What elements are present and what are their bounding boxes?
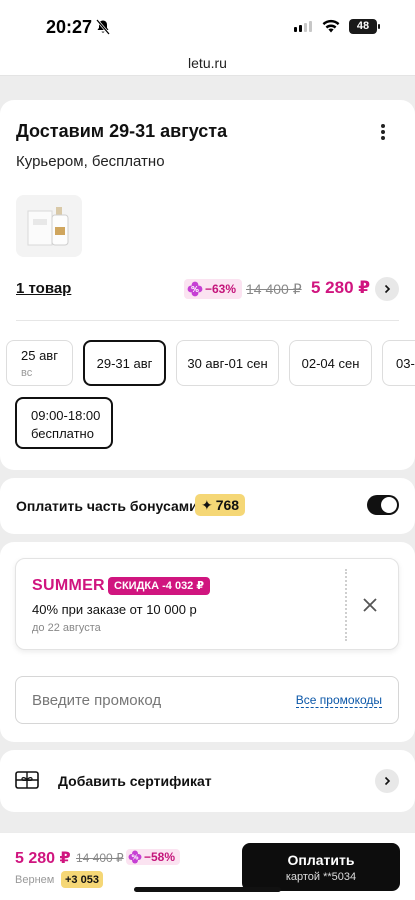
date-option[interactable]: 03- bbox=[382, 340, 415, 386]
expand-items-button[interactable] bbox=[375, 277, 399, 301]
bonus-toggle[interactable] bbox=[367, 495, 399, 515]
delivery-method: Курьером, бесплатно bbox=[16, 153, 165, 170]
status-bar: 20:27 48 bbox=[0, 0, 415, 50]
new-price: 5 280 ₽ bbox=[311, 278, 371, 297]
date-option-selected[interactable]: 29-31 авг bbox=[83, 340, 166, 386]
items-count-link[interactable]: 1 товар bbox=[16, 280, 71, 297]
gift-certificate-icon bbox=[15, 771, 39, 789]
cellular-signal-icon bbox=[294, 21, 312, 32]
delivery-title: Доставим 29-31 августа bbox=[16, 121, 228, 141]
total-old-price: 14 400 ₽ bbox=[76, 851, 124, 865]
discount-percent: −63% bbox=[205, 282, 237, 296]
add-certificate-label: Добавить сертификат bbox=[58, 773, 212, 789]
delivery-card: Доставим 29-31 августа Курьером, бесплат… bbox=[0, 100, 415, 470]
pay-button[interactable]: Оплатить картой **5034 bbox=[242, 843, 400, 891]
date-weekday: вс bbox=[21, 366, 33, 379]
discount-badge: % −63% bbox=[184, 279, 243, 299]
date-label: 03- bbox=[396, 355, 415, 371]
bonus-balance-badge: ✦ 768 bbox=[195, 494, 246, 516]
more-options-icon[interactable] bbox=[373, 122, 393, 142]
old-price: 14 400 ₽ bbox=[246, 281, 302, 297]
promo-card: SUMMER СКИДКА -4 032 ₽ 40% при заказе от… bbox=[0, 542, 415, 742]
bonus-label: Оплатить часть бонусами bbox=[16, 498, 198, 514]
all-promo-codes-link[interactable]: Все промокоды bbox=[295, 693, 382, 708]
time-slot-label: 09:00-18:00 bbox=[31, 408, 101, 423]
total-discount-percent: −58% bbox=[144, 850, 176, 864]
address-bar[interactable]: letu.ru bbox=[0, 50, 415, 76]
certificate-card[interactable]: Добавить сертификат bbox=[0, 750, 415, 812]
perfume-image-icon bbox=[16, 195, 82, 257]
chevron-right-icon bbox=[384, 776, 391, 786]
pay-card-label: картой **5034 bbox=[285, 871, 357, 883]
bonus-card: Оплатить часть бонусами ✦ 768 bbox=[0, 478, 415, 534]
promo-separator bbox=[345, 569, 347, 641]
cashback-label: Вернем bbox=[15, 874, 55, 886]
svg-text:%: % bbox=[131, 854, 138, 862]
date-label: 02-04 сен bbox=[301, 355, 360, 371]
cashback-bonus-badge: +3 053 bbox=[61, 871, 103, 888]
pay-label: Оплатить bbox=[287, 852, 355, 868]
date-option[interactable]: 02-04 сен bbox=[289, 340, 372, 386]
total-price: 5 280 ₽ bbox=[15, 850, 71, 867]
svg-text:%: % bbox=[191, 285, 199, 294]
promo-expiry: до 22 августа bbox=[32, 622, 101, 634]
total-discount-badge: % −58% bbox=[126, 849, 181, 865]
status-time: 20:27 bbox=[46, 17, 93, 37]
product-thumbnail[interactable] bbox=[16, 195, 82, 257]
date-label: 30 авг-01 сен bbox=[187, 355, 268, 371]
divider bbox=[16, 320, 399, 321]
promo-code: SUMMER bbox=[32, 577, 105, 594]
date-option[interactable]: 30 авг-01 сен bbox=[176, 340, 279, 386]
add-certificate-button[interactable] bbox=[375, 769, 399, 793]
remove-promo-icon[interactable] bbox=[360, 595, 380, 615]
sparkle-icon: ✦ bbox=[201, 496, 213, 513]
bell-muted-icon bbox=[96, 19, 110, 35]
time-slot-price: бесплатно bbox=[31, 426, 94, 441]
promo-input-field[interactable]: Все промокоды bbox=[15, 676, 399, 724]
applied-promo: SUMMER СКИДКА -4 032 ₽ 40% при заказе от… bbox=[15, 558, 399, 650]
bonus-amount: 768 bbox=[215, 497, 240, 513]
date-label: 29-31 авг bbox=[96, 355, 153, 371]
discount-flower-icon: % bbox=[187, 281, 203, 297]
date-label: 25 авг bbox=[21, 347, 58, 363]
discount-flower-icon: % bbox=[128, 850, 142, 864]
date-option[interactable]: 25 авг вс bbox=[6, 340, 73, 386]
time-slot-option[interactable]: 09:00-18:00 бесплатно bbox=[15, 397, 113, 449]
chevron-right-icon bbox=[384, 284, 391, 294]
promo-description: 40% при заказе от 10 000 р bbox=[32, 602, 197, 617]
wifi-icon bbox=[322, 19, 340, 33]
home-indicator[interactable] bbox=[134, 887, 281, 892]
battery-icon: 48 bbox=[349, 19, 380, 34]
promo-input[interactable] bbox=[16, 677, 286, 723]
order-summary-row: 1 товар % −63% 14 400 ₽ 5 280 ₽ bbox=[16, 277, 399, 302]
promo-discount-badge: СКИДКА -4 032 ₽ bbox=[108, 577, 211, 595]
